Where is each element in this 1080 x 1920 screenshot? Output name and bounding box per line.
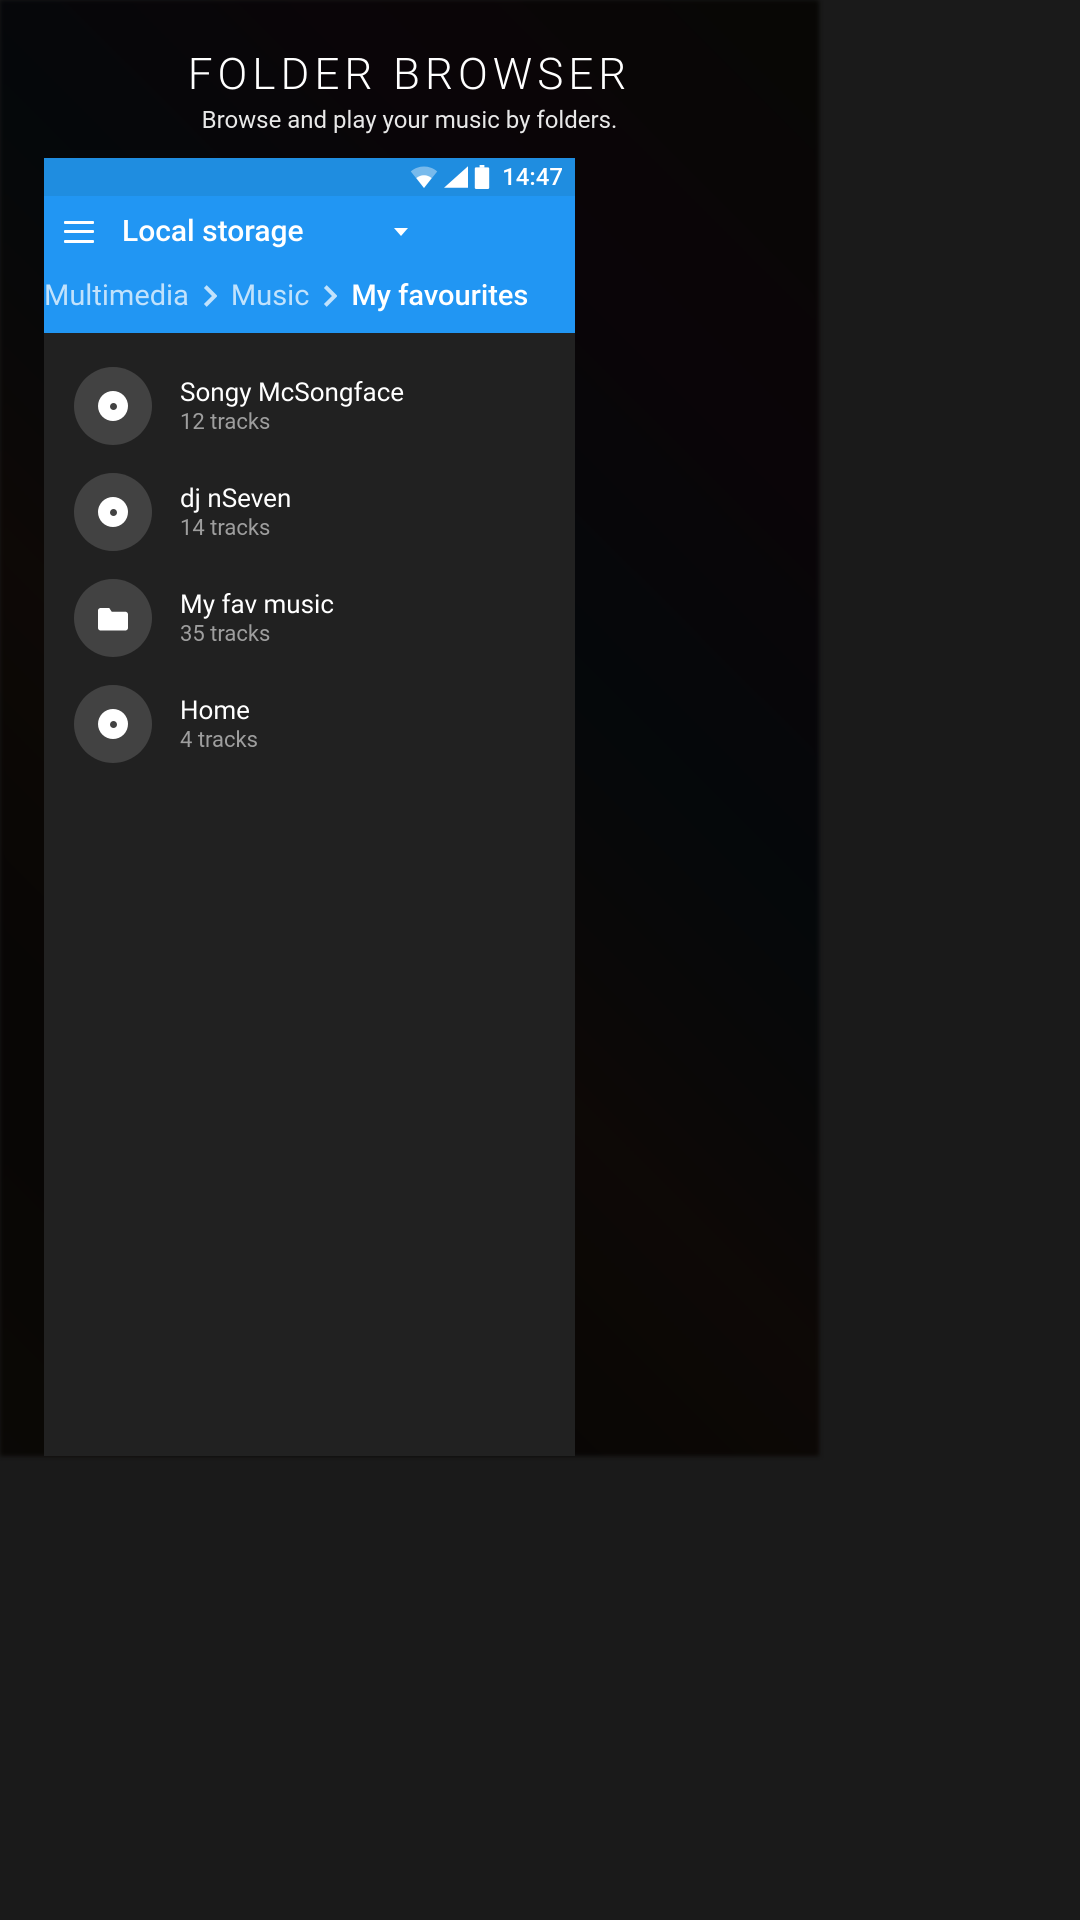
chevron-right-icon — [323, 285, 337, 307]
list-item-text: My fav music 35 tracks — [180, 590, 334, 647]
breadcrumb: Multimedia Music My favourites — [44, 263, 575, 333]
storage-selector[interactable]: Local storage — [122, 214, 408, 249]
list-item-subtitle: 4 tracks — [180, 728, 258, 753]
breadcrumb-item-music[interactable]: Music — [231, 279, 310, 313]
disc-icon — [74, 685, 152, 763]
promo-title: FOLDER BROWSER — [0, 48, 819, 100]
disc-icon — [74, 473, 152, 551]
signal-icon — [444, 166, 468, 188]
battery-icon — [474, 165, 490, 189]
list-item-subtitle: 14 tracks — [180, 516, 291, 541]
list-item-subtitle: 35 tracks — [180, 622, 334, 647]
list-item-title: My fav music — [180, 590, 334, 620]
list-item[interactable]: Songy McSongface 12 tracks — [44, 353, 575, 459]
list-item-title: Songy McSongface — [180, 378, 404, 408]
breadcrumb-item-favourites[interactable]: My favourites — [351, 279, 528, 313]
chevron-right-icon — [203, 285, 217, 307]
status-bar: 14:47 — [44, 158, 575, 196]
chevron-down-icon — [394, 228, 408, 236]
list-item-title: Home — [180, 696, 258, 726]
list-item[interactable]: Home 4 tracks — [44, 671, 575, 777]
folder-icon — [74, 579, 152, 657]
hamburger-icon[interactable] — [64, 221, 94, 243]
promo-header: FOLDER BROWSER Browse and play your musi… — [0, 48, 819, 134]
promo-subtitle: Browse and play your music by folders. — [0, 106, 819, 134]
status-time: 14:47 — [502, 163, 563, 191]
phone-screenshot: 14:47 Local storage Multimedia Music My … — [44, 158, 575, 1456]
app-bar: Local storage — [44, 196, 575, 263]
list-item-text: Songy McSongface 12 tracks — [180, 378, 404, 435]
list-item[interactable]: My fav music 35 tracks — [44, 565, 575, 671]
list-item-text: Home 4 tracks — [180, 696, 258, 753]
wifi-icon — [410, 166, 438, 188]
list-item-text: dj nSeven 14 tracks — [180, 484, 291, 541]
list-item[interactable]: dj nSeven 14 tracks — [44, 459, 575, 565]
list-item-subtitle: 12 tracks — [180, 410, 404, 435]
folder-list: Songy McSongface 12 tracks dj nSeven 14 … — [44, 333, 575, 777]
list-item-title: dj nSeven — [180, 484, 291, 514]
storage-label: Local storage — [122, 214, 304, 249]
breadcrumb-item-multimedia[interactable]: Multimedia — [44, 279, 189, 313]
disc-icon — [74, 367, 152, 445]
